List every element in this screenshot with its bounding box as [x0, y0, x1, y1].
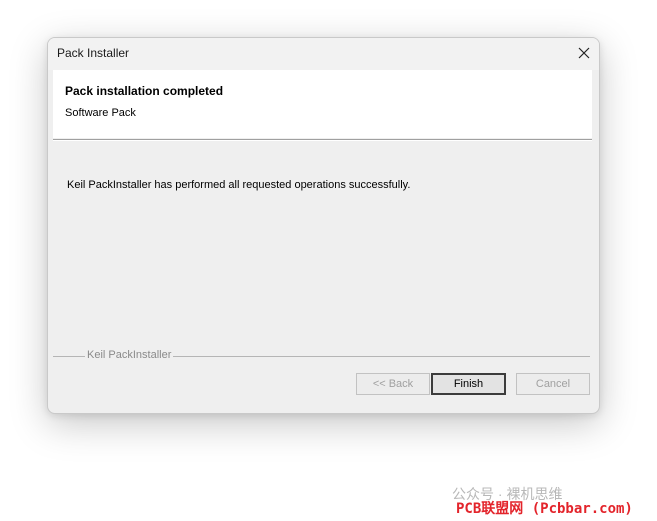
header-subtitle: Software Pack: [65, 107, 136, 119]
back-button[interactable]: << Back: [356, 373, 430, 395]
window-title: Pack Installer: [57, 46, 130, 60]
watermark-site: PCB联盟网 (Pcbbar.com): [456, 501, 633, 517]
footer-group-label: Keil PackInstaller: [85, 349, 174, 361]
title-bar[interactable]: Pack Installer: [48, 38, 599, 70]
status-message: Keil PackInstaller has performed all req…: [67, 179, 411, 191]
close-icon: [578, 47, 590, 59]
header-title: Pack installation completed: [65, 84, 224, 98]
screen: Pack Installer Pack installation complet…: [0, 0, 657, 521]
finish-button[interactable]: Finish: [431, 373, 506, 395]
header-panel: Pack installation completed Software Pac…: [53, 70, 592, 138]
pack-installer-dialog: Pack Installer Pack installation complet…: [47, 37, 600, 414]
header-divider: [53, 139, 592, 141]
cancel-button[interactable]: Cancel: [516, 373, 590, 395]
close-button[interactable]: [569, 38, 599, 68]
